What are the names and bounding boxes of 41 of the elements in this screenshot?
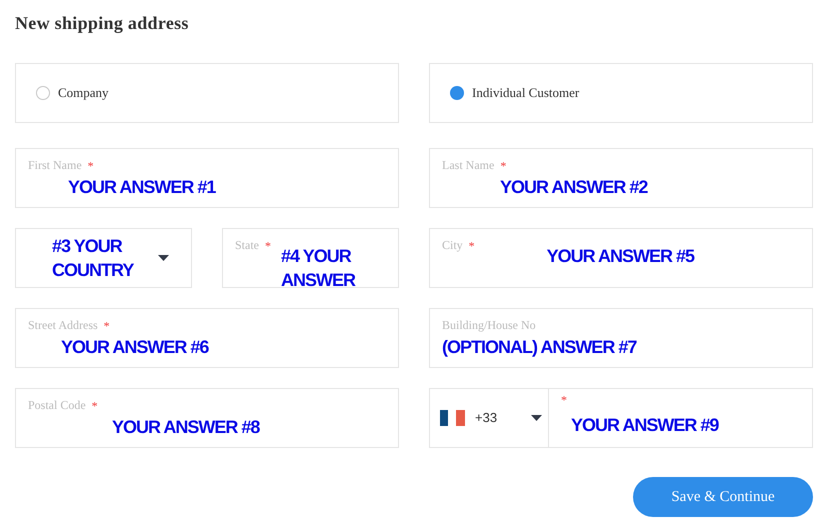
field-label: City: [442, 237, 463, 253]
field-label: Last Name: [442, 157, 494, 173]
field-label: Street Address: [28, 317, 98, 333]
country-select[interactable]: #3 YOUR COUNTRY: [15, 228, 192, 288]
required-asterisk: *: [561, 393, 567, 407]
required-asterisk: *: [265, 238, 271, 255]
field-value: YOUR ANSWER #1: [67, 176, 217, 199]
field-label: State: [235, 237, 259, 253]
text-field[interactable]: Postal Code * YOUR ANSWER #8: [15, 388, 399, 448]
caret-icon: [531, 415, 542, 421]
phone-field[interactable]: +33 * YOUR ANSWER #9: [429, 388, 813, 448]
field-value: YOUR ANSWER #2: [499, 176, 649, 199]
dial-code: +33: [475, 409, 498, 428]
dialog-title: New shipping address: [15, 12, 190, 34]
required-asterisk: *: [500, 158, 506, 175]
field-value: YOUR ANSWER #8: [111, 416, 261, 439]
field-value: #4 YOUR ANSWER: [281, 245, 356, 287]
required-asterisk: *: [104, 318, 110, 335]
required-asterisk: *: [92, 398, 98, 415]
field-value: #3 YOUR COUNTRY: [52, 235, 135, 282]
radio-option[interactable]: Company: [15, 63, 399, 123]
text-field[interactable]: First Name * YOUR ANSWER #1: [15, 148, 399, 208]
required-asterisk: *: [468, 238, 475, 255]
text-field[interactable]: City * YOUR ANSWER #5: [429, 228, 813, 288]
field-value: YOUR ANSWER #5: [546, 245, 694, 268]
radio-label: Company: [58, 84, 109, 102]
caret-icon: [158, 255, 169, 261]
text-field[interactable]: Street Address * YOUR ANSWER #6: [15, 308, 399, 368]
text-field[interactable]: Building/House No (OPTIONAL) ANSWER #7: [429, 308, 813, 368]
required-asterisk: *: [88, 158, 94, 175]
radio-option[interactable]: Individual Customer: [429, 63, 813, 123]
field-value: YOUR ANSWER #9: [570, 414, 720, 437]
field-value: (OPTIONAL) ANSWER #7: [442, 336, 638, 359]
radio-label: Individual Customer: [472, 84, 580, 102]
flag-icon: [440, 410, 465, 426]
field-value: YOUR ANSWER #6: [60, 336, 210, 359]
field-label: Building/House No: [442, 317, 536, 333]
field-label: Postal Code: [28, 397, 86, 413]
field-label: First Name: [28, 157, 82, 173]
text-field[interactable]: Last Name * YOUR ANSWER #2: [429, 148, 813, 208]
text-field[interactable]: State * #4 YOUR ANSWER: [222, 228, 399, 288]
